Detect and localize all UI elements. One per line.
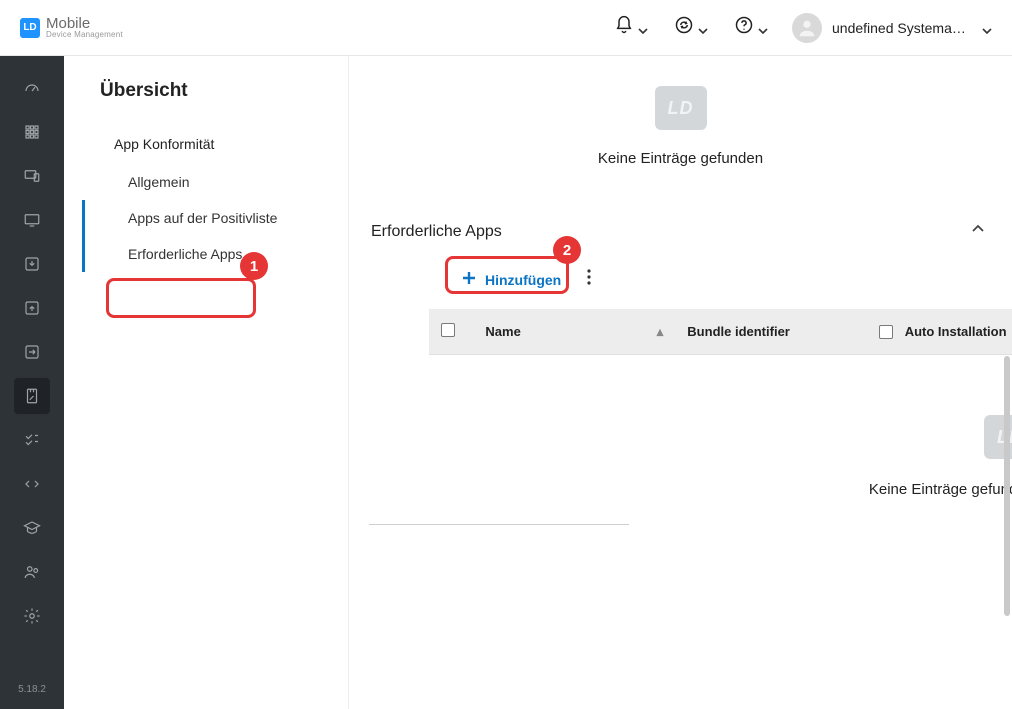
notifications-button[interactable]: [614, 15, 648, 40]
sync-button[interactable]: [674, 15, 708, 40]
select-all-checkbox[interactable]: [441, 323, 455, 337]
rail-code[interactable]: [14, 466, 50, 502]
brand-title: Mobile: [46, 16, 123, 31]
avatar: [792, 13, 822, 43]
brand-subtitle: Device Management: [46, 31, 123, 39]
side-panel: Übersicht App Konformität Allgemein Apps…: [64, 56, 349, 709]
section-title: Erforderliche Apps: [371, 223, 502, 241]
footer-divider: [369, 524, 629, 525]
rail-dashboard[interactable]: [14, 70, 50, 106]
rail-devices[interactable]: [14, 158, 50, 194]
tree-item-allowlist[interactable]: Apps auf der Positivliste: [64, 200, 348, 236]
help-button[interactable]: [734, 15, 768, 40]
help-icon: [734, 15, 754, 40]
rail-checks[interactable]: [14, 422, 50, 458]
chevron-up-icon: [970, 224, 986, 241]
rail-compliance[interactable]: [14, 378, 50, 414]
user-menu[interactable]: undefined Systemadmi…: [792, 13, 992, 43]
rail-export[interactable]: [14, 290, 50, 326]
tree-item-required-apps-label: Erforderliche Apps: [128, 246, 242, 262]
rail-import[interactable]: [14, 334, 50, 370]
rail-apps[interactable]: [14, 114, 50, 150]
chevron-down-icon: [698, 23, 708, 33]
chevron-down-icon: [758, 23, 768, 33]
bell-icon: [614, 15, 634, 40]
tree-item-general[interactable]: Allgemein: [64, 164, 348, 200]
add-button[interactable]: Hinzufügen: [449, 264, 573, 295]
annotation-box-1: [106, 278, 256, 318]
version-label: 5.18.2: [18, 684, 46, 695]
brand-logo-text: LD: [23, 22, 36, 33]
rail-download[interactable]: [14, 246, 50, 282]
plus-icon: [461, 270, 477, 289]
brand-logo: LD: [20, 18, 40, 38]
auto-install-checkbox[interactable]: [879, 325, 893, 339]
col-name[interactable]: Name: [485, 324, 520, 339]
more-actions-button[interactable]: [583, 265, 595, 294]
rail-settings[interactable]: [14, 598, 50, 634]
tree-item-allowlist-label: Apps auf der Positivliste: [128, 210, 277, 226]
rail-users[interactable]: [14, 554, 50, 590]
sync-icon: [674, 15, 694, 40]
apps-table: Name ▴ Bundle identifier Auto Installati…: [429, 309, 1012, 355]
topbar: LD Mobile Device Management: [0, 0, 1012, 56]
col-bundle[interactable]: Bundle identifier: [687, 324, 790, 339]
selection-indicator: [82, 236, 85, 272]
collapse-section-button[interactable]: [970, 221, 986, 242]
empty-text: Keine Einträge gefunden: [371, 481, 1012, 498]
empty-text: Keine Einträge gefunden: [349, 150, 1012, 167]
kebab-icon: [587, 272, 591, 289]
empty-state-lower: LD Keine Einträge gefunden: [349, 355, 1012, 498]
empty-state-upper: LD Keine Einträge gefunden: [349, 56, 1012, 203]
main-content: LD Keine Einträge gefunden Erforderliche…: [349, 56, 1012, 709]
rail-education[interactable]: [14, 510, 50, 546]
chevron-down-icon: [982, 23, 992, 33]
add-button-label: Hinzufügen: [485, 272, 561, 288]
sort-asc-icon: ▴: [657, 324, 664, 340]
placeholder-logo-icon: LD: [655, 86, 707, 130]
nav-rail: 5.18.2: [0, 56, 64, 709]
chevron-down-icon: [638, 23, 648, 33]
brand: LD Mobile Device Management: [20, 16, 123, 39]
selection-indicator: [82, 200, 85, 236]
tree-group-compliance[interactable]: App Konformität: [64, 124, 348, 164]
sidepanel-title: Übersicht: [64, 80, 348, 124]
col-auto-install[interactable]: Auto Installation: [905, 325, 1007, 340]
user-name: undefined Systemadmi…: [832, 20, 972, 36]
rail-screen[interactable]: [14, 202, 50, 238]
tree-item-required-apps[interactable]: Erforderliche Apps: [64, 236, 348, 272]
scrollbar[interactable]: [1004, 356, 1010, 616]
